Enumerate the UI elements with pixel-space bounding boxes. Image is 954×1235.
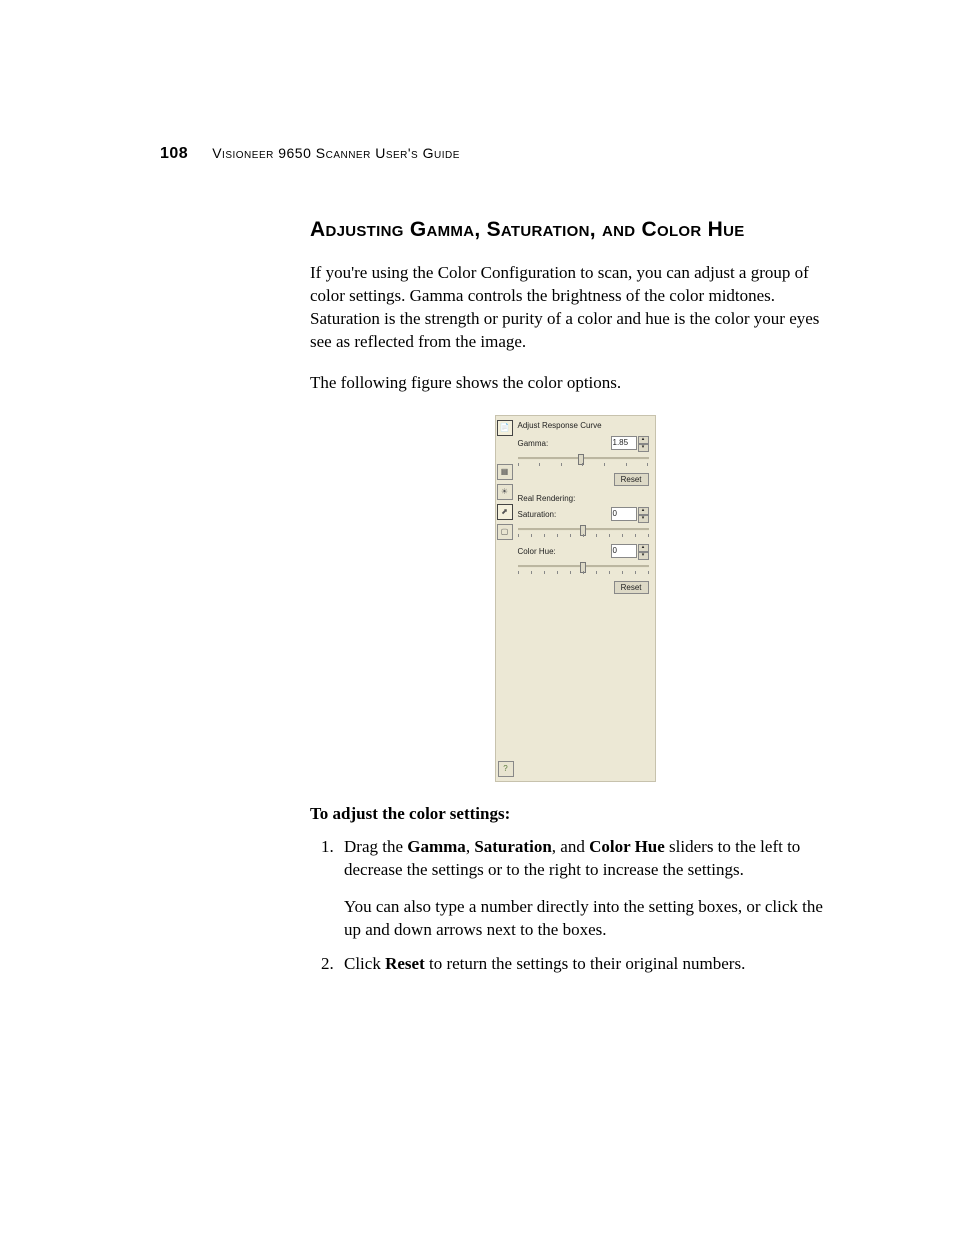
procedure-heading: To adjust the color settings: (310, 804, 840, 824)
saturation-up-button[interactable]: ▴ (638, 507, 649, 515)
color-hue-value[interactable]: 0 (611, 544, 637, 558)
step-2-text: Click (344, 954, 385, 973)
gamma-slider[interactable] (518, 455, 649, 469)
color-hue-label: Color Hue: (518, 547, 556, 556)
saturation-label: Saturation: (518, 510, 557, 519)
adjust-response-curve-panel: 📄 ▦ ☀ ⬈ ▢ Adjust Response Curve Gamma: 1… (495, 415, 656, 782)
step-1-saturation: Saturation (474, 837, 551, 856)
gamma-up-button[interactable]: ▴ (638, 436, 649, 444)
step-2-reset: Reset (385, 954, 425, 973)
panel-iconbar: 📄 ▦ ☀ ⬈ ▢ (496, 416, 514, 781)
curve-icon[interactable]: ⬈ (497, 504, 513, 520)
saturation-spinner[interactable]: 0 ▴ ▾ (611, 507, 649, 523)
step-1-text: Drag the (344, 837, 407, 856)
step-1: Drag the Gamma, Saturation, and Color Hu… (338, 836, 840, 942)
gamma-label: Gamma: (518, 439, 549, 448)
panel-title: Adjust Response Curve (518, 421, 649, 430)
color-hue-up-button[interactable]: ▴ (638, 544, 649, 552)
step-1-gamma: Gamma (407, 837, 466, 856)
real-rendering-label: Real Rendering: (518, 494, 649, 503)
step-1-color-hue: Color Hue (589, 837, 665, 856)
running-header: 108 Visioneer 9650 Scanner User's Guide (160, 145, 854, 163)
color-hue-spinner[interactable]: 0 ▴ ▾ (611, 544, 649, 560)
gamma-value[interactable]: 1.85 (611, 436, 637, 450)
help-icon[interactable]: ? (498, 761, 514, 777)
gamma-spinner[interactable]: 1.85 ▴ ▾ (611, 436, 649, 452)
procedure-list: Drag the Gamma, Saturation, and Color Hu… (310, 836, 840, 977)
gamma-reset-button[interactable]: Reset (614, 473, 649, 486)
saturation-down-button[interactable]: ▾ (638, 515, 649, 523)
color-hue-slider[interactable] (518, 563, 649, 577)
step-1-para2: You can also type a number directly into… (344, 896, 840, 942)
step-2: Click Reset to return the settings to th… (338, 953, 840, 976)
gamma-down-button[interactable]: ▾ (638, 444, 649, 452)
figure-lead-in: The following figure shows the color opt… (310, 372, 840, 395)
intro-paragraph: If you're using the Color Configuration … (310, 262, 840, 354)
brightness-icon[interactable]: ☀ (497, 484, 513, 500)
rendering-reset-button[interactable]: Reset (614, 581, 649, 594)
file-icon[interactable]: 📄 (497, 420, 513, 436)
saturation-slider[interactable] (518, 526, 649, 540)
running-title: Visioneer 9650 Scanner User's Guide (212, 145, 460, 161)
saturation-value[interactable]: 0 (611, 507, 637, 521)
grid-icon[interactable]: ▦ (497, 464, 513, 480)
crop-icon[interactable]: ▢ (497, 524, 513, 540)
color-hue-down-button[interactable]: ▾ (638, 552, 649, 560)
section-heading: Adjusting Gamma, Saturation, and Color H… (310, 218, 840, 242)
color-options-figure: 📄 ▦ ☀ ⬈ ▢ Adjust Response Curve Gamma: 1… (310, 415, 840, 782)
page-number: 108 (160, 145, 188, 162)
